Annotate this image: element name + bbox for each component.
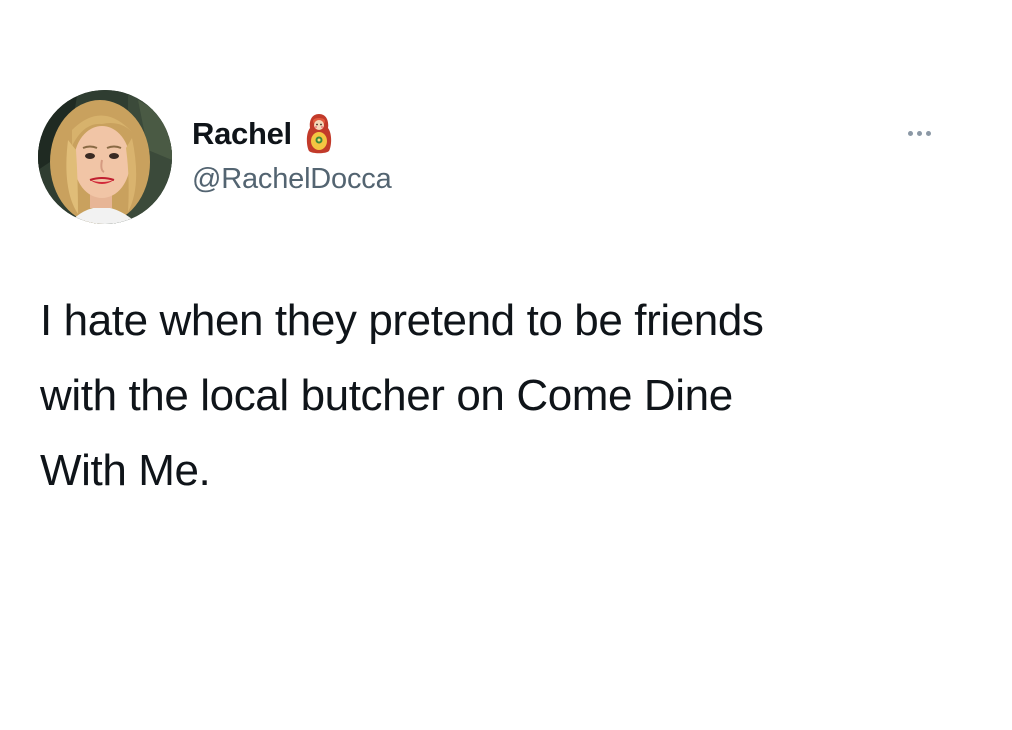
ellipsis-dot [907, 130, 913, 136]
ellipsis-dot [916, 130, 922, 136]
ellipsis-dot [925, 130, 931, 136]
avatar-image [38, 90, 172, 224]
avatar[interactable] [38, 90, 172, 224]
author-name-row: Rachel [192, 112, 334, 156]
ellipsis-icon [907, 130, 931, 136]
display-name[interactable]: Rachel [192, 116, 292, 152]
more-options-button[interactable] [898, 122, 940, 144]
matryoshka-doll-icon [304, 113, 334, 155]
author-handle[interactable]: @RachelDocca [192, 163, 392, 196]
tweet-card: Rachel @RachelDocca I hate when they pre… [0, 0, 1012, 730]
tweet-text: I hate when they pretend to be friends w… [40, 296, 764, 495]
